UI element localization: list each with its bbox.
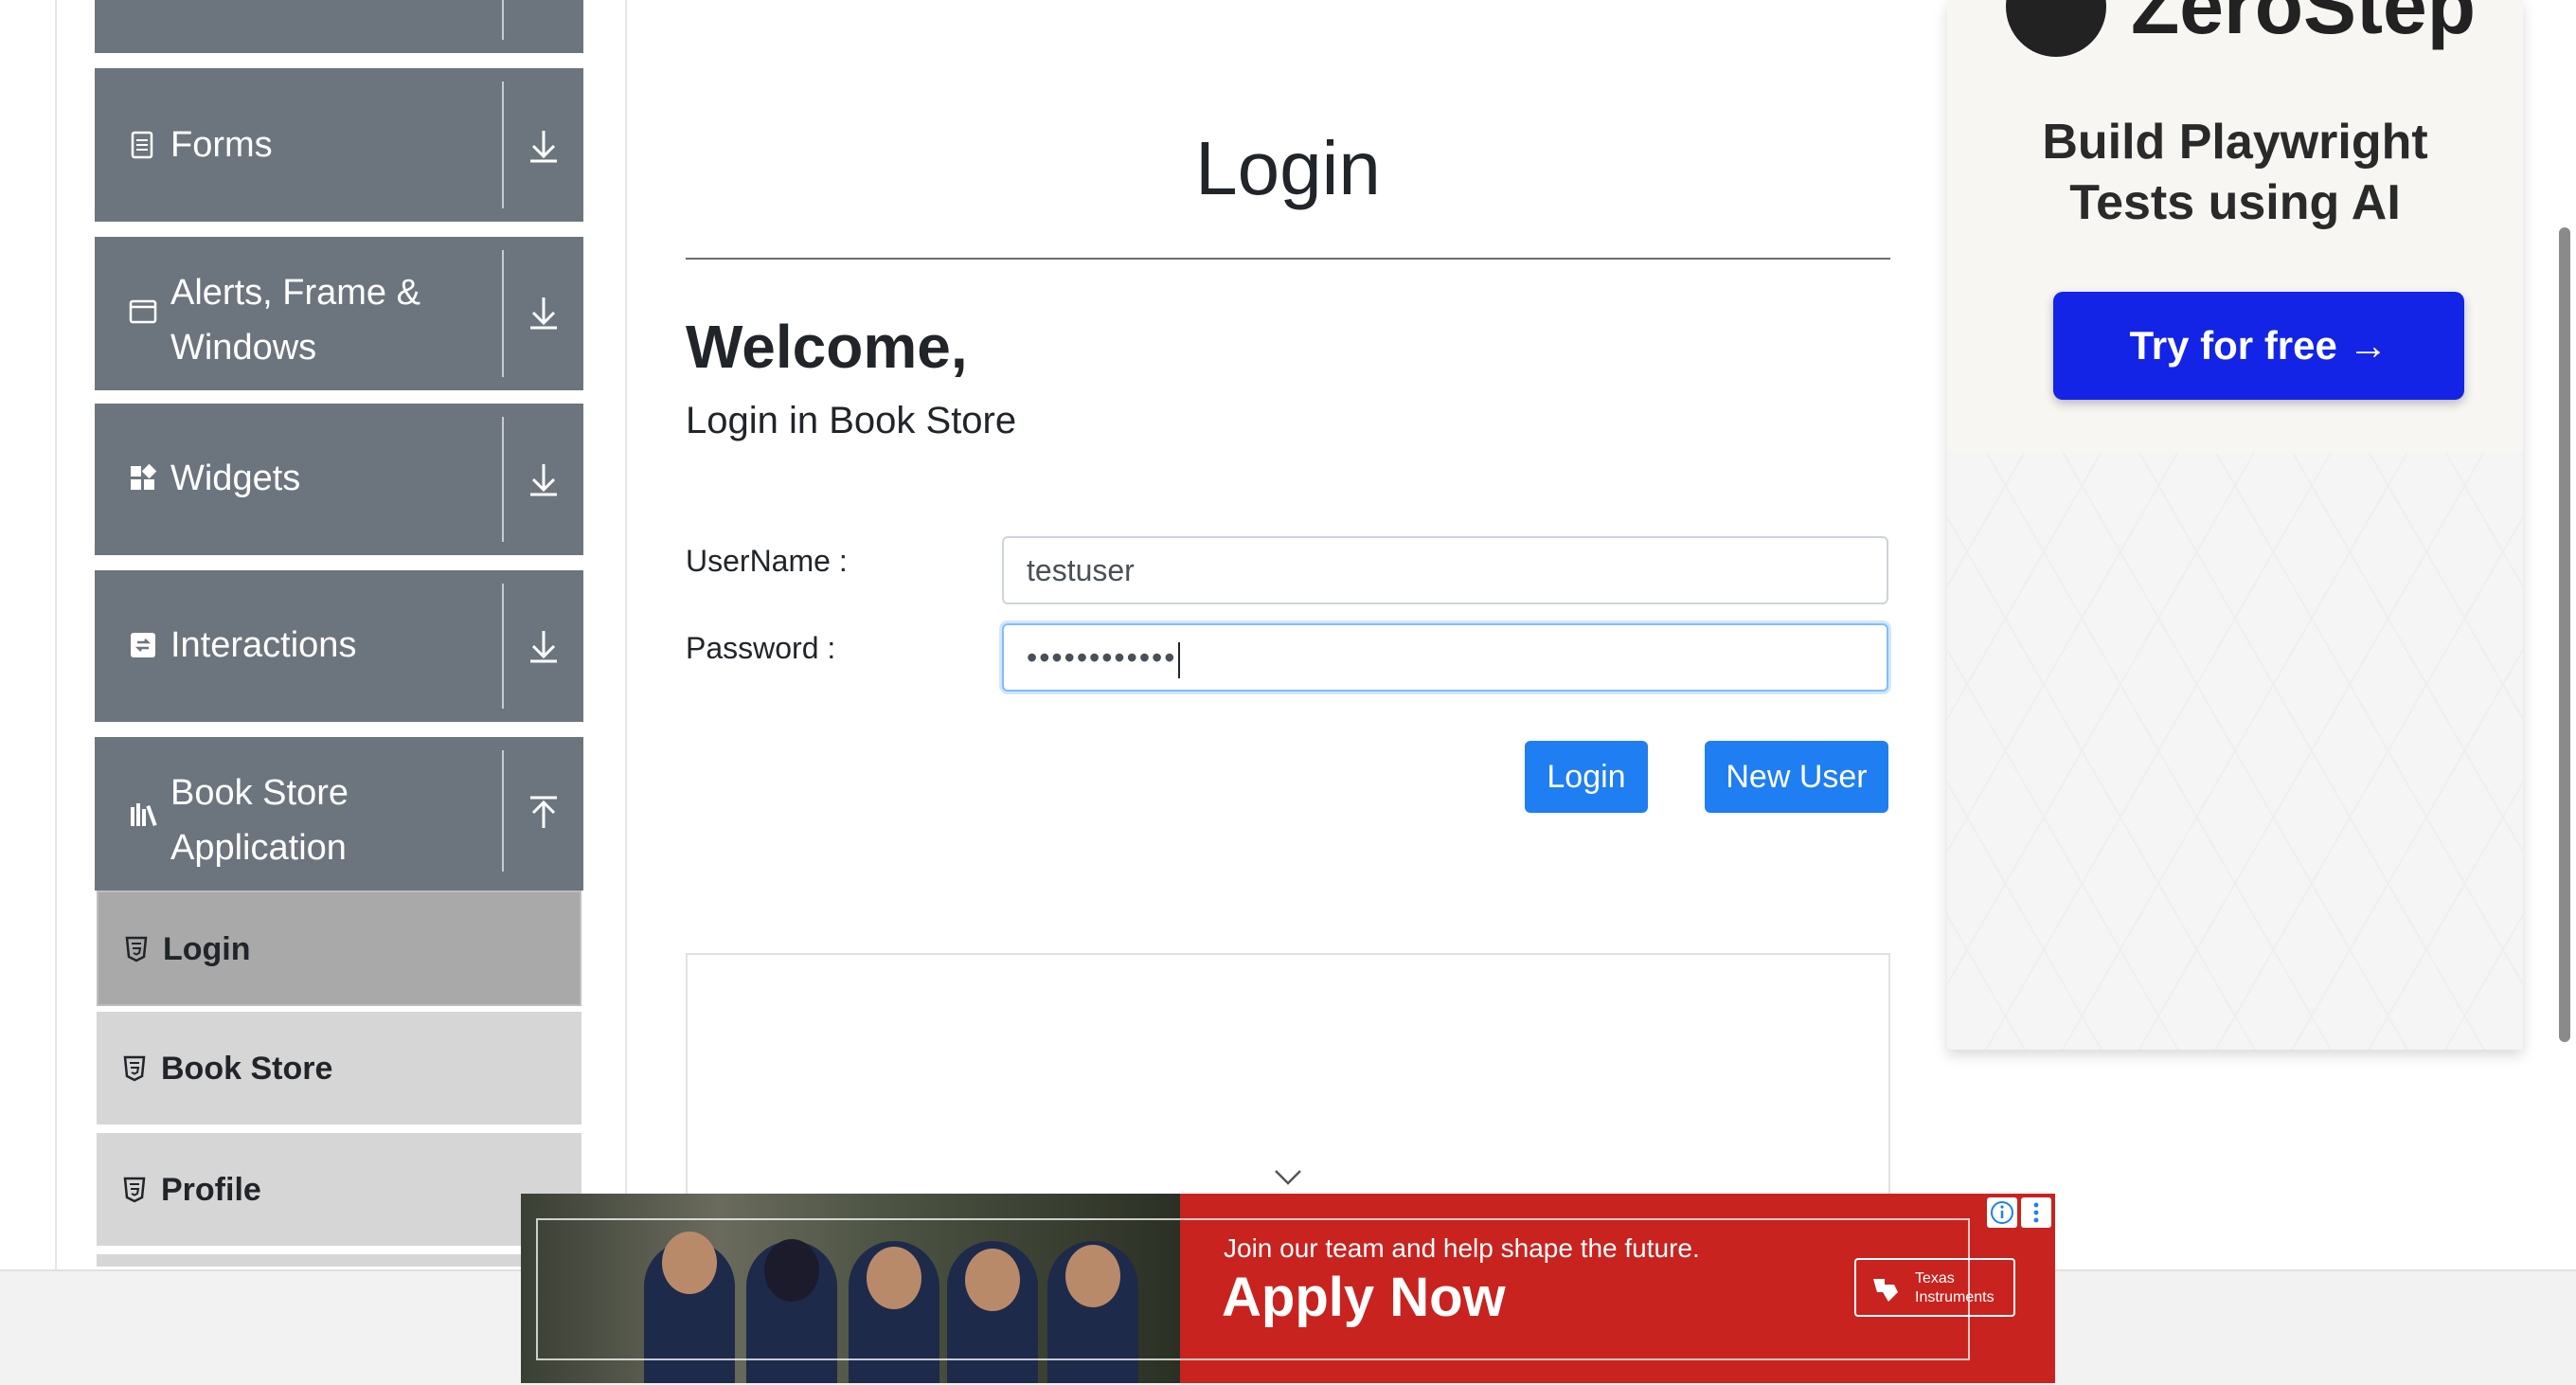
password-label: Password : [686, 631, 836, 665]
new-user-button[interactable]: New User [1705, 741, 1888, 813]
brand-logo-icon [2006, 0, 2106, 57]
ad-brand-name: ZeroStep [2131, 0, 2477, 50]
chevron-down-icon[interactable] [1273, 1167, 1303, 1188]
username-label: UserName : [686, 544, 848, 578]
widgets-icon [131, 464, 157, 490]
expand-arrow-icon[interactable] [521, 123, 566, 169]
books-icon [131, 803, 157, 827]
content-divider [625, 0, 627, 1269]
expand-arrow-icon[interactable] [521, 623, 566, 669]
page-scrollbar[interactable] [2559, 227, 2570, 1042]
divider [502, 584, 504, 709]
login-button[interactable]: Login [1525, 741, 1648, 813]
sidebar-group-book-store[interactable]: Book Store Application [95, 737, 583, 890]
interactions-icon [131, 633, 155, 657]
expand-arrow-icon[interactable] [521, 457, 566, 502]
sidebar-group-alerts[interactable]: Alerts, Frame & Windows [95, 237, 583, 390]
sidebar-item-book-store[interactable]: Book Store [97, 1012, 581, 1127]
sidebar-group-widgets[interactable]: Widgets [95, 404, 583, 555]
sidebar-group-forms[interactable]: Forms [95, 68, 583, 222]
document-icon [131, 131, 153, 159]
password-input[interactable]: •••••••••••• [1002, 623, 1888, 692]
sidebar-item-label: Book Store [161, 1051, 333, 1087]
divider [502, 81, 504, 208]
sidebar-item-label: Profile [161, 1172, 261, 1208]
ad-headline: Build Playwright Tests using AI [1947, 112, 2523, 233]
ad-options-icon[interactable] [2021, 1197, 2051, 1228]
password-mask: •••••••••••• [1027, 640, 1177, 675]
texas-instruments-logo: Texas Instruments [1854, 1258, 2015, 1317]
sidebar-group-label-line2: Application [170, 828, 347, 868]
ad-headline-line2: Tests using AI [2069, 175, 2401, 230]
divider [502, 417, 504, 542]
sidebar-item-profile[interactable]: Profile [97, 1133, 581, 1249]
ad-info-icon[interactable] [1987, 1197, 2017, 1228]
banner-ad[interactable]: Join our team and help shape the future.… [521, 1194, 2055, 1383]
sidebar-group-label: Alerts, Frame & [170, 273, 420, 313]
title-divider [686, 258, 1890, 260]
expand-arrow-icon[interactable] [521, 290, 566, 335]
divider [502, 750, 504, 872]
try-for-free-button[interactable]: Try for free → [2053, 292, 2464, 400]
ti-logo-icon [1873, 1279, 1898, 1302]
window-icon [129, 299, 157, 324]
html-icon [123, 1055, 146, 1082]
text-caret [1178, 641, 1181, 678]
sidebar-group-label: Interactions [170, 625, 357, 665]
sidebar-group-elements[interactable] [95, 0, 583, 53]
sidebar-item-label: Login [163, 931, 251, 967]
divider [502, 0, 504, 40]
ad-tagline: Join our team and help shape the future. [1224, 1233, 1700, 1263]
collapse-arrow-icon[interactable] [521, 790, 566, 836]
page-title: Login [1195, 126, 1381, 210]
ti-logo-line1: Texas [1915, 1270, 1955, 1286]
apply-now-heading[interactable]: Apply Now [1222, 1266, 1506, 1329]
sidebar-group-label: Book Store [170, 773, 349, 813]
welcome-heading: Welcome, [686, 313, 968, 381]
sidebar-group-label-line2: Windows [170, 328, 317, 368]
sidebar-item-login[interactable]: Login [97, 890, 581, 1006]
sidebar-ad[interactable]: ZeroStep Build Playwright Tests using AI… [1947, 0, 2523, 1050]
login-subheading: Login in Book Store [686, 400, 1017, 441]
left-rail [0, 0, 57, 1269]
username-input[interactable]: testuser [1002, 536, 1888, 604]
ad-headline-line1: Build Playwright [2042, 115, 2428, 170]
ad-background-pattern [1947, 453, 2523, 1050]
html-icon [125, 936, 148, 962]
divider [502, 250, 504, 377]
html-icon [123, 1177, 146, 1203]
sidebar-group-interactions[interactable]: Interactions [95, 570, 583, 722]
sidebar-item-next[interactable] [97, 1254, 581, 1269]
ti-logo-line2: Instruments [1915, 1289, 1995, 1305]
sidebar-group-label: Widgets [170, 459, 301, 498]
sidebar-group-label: Forms [170, 125, 273, 165]
